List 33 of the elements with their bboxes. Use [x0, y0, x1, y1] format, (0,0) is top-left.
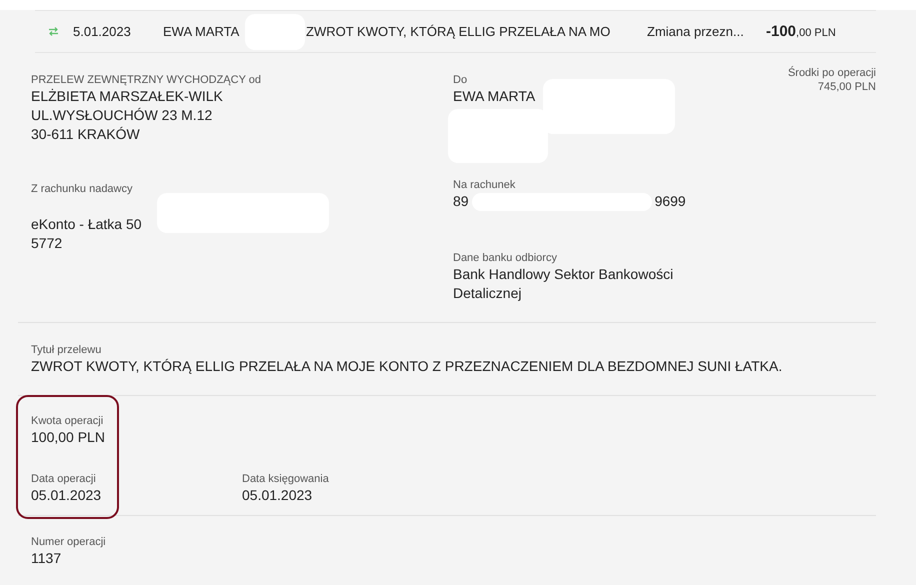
transaction-row[interactable]: 5.01.2023 EWA MARTA ZWROT KWOTY, KTÓRĄ ELLIG PRZELAŁA NA MO Zmiana przezn... -100,00 PLN: [35, 10, 876, 53]
detail-text: EWA MARTA: [453, 87, 536, 106]
date-value: 05.01.2023: [31, 486, 102, 505]
bank-name: Bank Handlowy Sektor Bankowości Detalicznej: [453, 265, 674, 303]
detail-text: eKonto - Łatka 50: [31, 215, 143, 234]
field-label: Do: [453, 73, 468, 87]
detail-text: 30-611 KRAKÓW: [31, 125, 141, 144]
field-label: Kwota operacji: [31, 414, 104, 428]
account-number-start: 89: [453, 192, 469, 211]
field-label: PRZELEW ZEWNĘTRZNY WYCHODZĄCY od: [31, 73, 262, 87]
field-label: Tytuł przelewu: [31, 343, 102, 357]
operation-number: 1137: [31, 549, 62, 568]
transaction-amount: -100,00 PLN: [766, 23, 836, 40]
field-label: Środki po operacji: [788, 66, 876, 80]
amount-value: 100,00 PLN: [31, 428, 106, 447]
date-value: 05.01.2023: [242, 486, 314, 505]
field-label: Numer operacji: [31, 535, 107, 549]
transfer-title: ZWROT KWOTY, KTÓRĄ ELLIG PRZELAŁA NA MOJE KONTO Z PRZEZNACZENIEM DLA BEZDOMNEJ SUNI ŁATKA.: [31, 357, 784, 376]
transaction-name: EWA MARTA: [163, 24, 240, 39]
field-label: Dane banku odbiorcy: [453, 251, 558, 265]
detail-text: UL.WYSŁOUCHÓW 23 M.12: [31, 106, 214, 125]
detail-text: ELŻBIETA MARSZAŁEK-WILK: [31, 87, 224, 106]
account-number-end: 9699: [654, 192, 686, 211]
transaction-title: ZWROT KWOTY, KTÓRĄ ELLIG PRZELAŁA NA MO: [306, 24, 612, 39]
transaction-category: Zmiana przezn...: [647, 24, 745, 39]
field-label: Na rachunek: [453, 178, 516, 192]
field-label: Z rachunku nadawcy: [31, 182, 134, 196]
field-label: Data operacji: [31, 472, 97, 486]
balance-value: 745,00 PLN: [816, 80, 876, 94]
transfer-arrows-icon: [48, 26, 59, 37]
field-label: Data księgowania: [242, 472, 329, 486]
detail-text: 5772: [31, 234, 64, 253]
transaction-date: 5.01.2023: [73, 24, 132, 39]
